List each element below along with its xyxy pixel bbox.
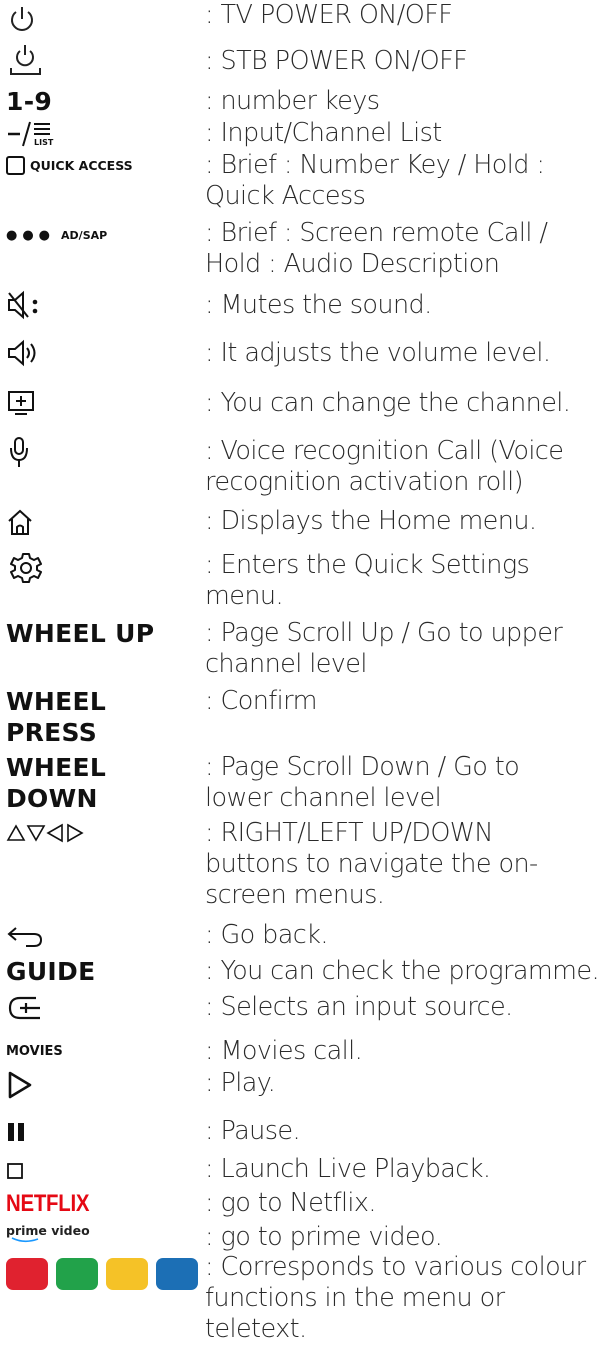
legend-row: : Pause.: [0, 1114, 609, 1148]
row-description: : Mutes the sound.: [205, 290, 432, 320]
ad-sap-label: AD/SAP: [61, 229, 108, 242]
legend-row: : Enters the Quick Settings menu.: [0, 548, 609, 614]
row-description: : Movies call.: [205, 1036, 363, 1066]
legend-row: : Corresponds to various colour function…: [0, 1250, 609, 1350]
pause-icon: [6, 1122, 30, 1142]
green-button: [56, 1258, 98, 1290]
wheel-down-label: WHEEL DOWN: [6, 753, 107, 813]
movies-label: MOVIES: [6, 1044, 63, 1059]
number-keys-label: 1-9: [6, 87, 53, 116]
volume-icon: [6, 338, 42, 368]
row-description: : Play.: [205, 1068, 276, 1098]
legend-row: WHEEL DOWN : Page Scroll Down / Go to lo…: [0, 750, 609, 816]
legend-row: NETFLIX : go to Netflix.: [0, 1186, 609, 1220]
row-description: : Brief : Number Key / Hold : Quick Acce…: [205, 150, 545, 211]
stop-icon: [6, 1162, 26, 1180]
quick-access-icon: [6, 156, 25, 175]
row-description: : You can change the channel.: [205, 388, 571, 418]
microphone-icon: [6, 436, 36, 470]
row-description: : Input/Channel List: [205, 118, 442, 148]
row-description: : Page Scroll Up / Go to upper channel l…: [205, 618, 563, 679]
prime-video-label: prime video: [6, 1223, 90, 1238]
blue-button: [156, 1258, 198, 1290]
netflix-logo: NETFLIX: [6, 1190, 90, 1217]
tv-power-icon: [6, 4, 38, 36]
legend-row: 1-9 : number keys: [0, 84, 609, 118]
play-icon: [6, 1070, 34, 1100]
row-description: : number keys: [205, 86, 380, 116]
row-description: : Voice recognition Call (Voice recognit…: [205, 436, 564, 497]
legend-row: : Selects an input source.: [0, 990, 609, 1026]
legend-row: : Go back.: [0, 916, 609, 952]
quick-access-key: QUICK ACCESS: [6, 156, 133, 175]
legend-row: ●●● AD/SAP : Brief : Screen remote Call …: [0, 216, 609, 282]
wheel-up-label: WHEEL UP: [6, 619, 155, 648]
legend-row: : You can change the channel.: [0, 386, 609, 422]
ad-sap-dots-icon: ●●●: [6, 228, 56, 243]
row-description: : Confirm: [205, 686, 317, 716]
legend-row: prime video : go to prime video.: [0, 1220, 609, 1254]
legend-row: : Launch Live Playback.: [0, 1152, 609, 1186]
row-description: : Go back.: [205, 920, 328, 950]
legend-row: WHEEL UP : Page Scroll Up / Go to upper …: [0, 616, 609, 682]
mute-icon: [6, 290, 42, 320]
input-source-icon: [6, 992, 46, 1026]
row-description: : RIGHT/LEFT UP/DOWN buttons to navigate…: [205, 818, 538, 910]
prime-video-logo: prime video: [6, 1224, 90, 1245]
legend-row: : Mutes the sound.: [0, 286, 609, 322]
quick-access-label: QUICK ACCESS: [30, 158, 133, 173]
row-description: : Page Scroll Down / Go to lower channel…: [205, 752, 520, 813]
guide-label: GUIDE: [6, 957, 96, 986]
legend-row: QUICK ACCESS : Brief : Number Key / Hold…: [0, 148, 609, 214]
red-button: [6, 1258, 48, 1290]
row-description: : Pause.: [205, 1116, 301, 1146]
yellow-button: [106, 1258, 148, 1290]
row-description: : Launch Live Playback.: [205, 1154, 491, 1184]
settings-gear-icon: [10, 552, 42, 584]
back-arrow-icon: [6, 924, 46, 950]
row-description: : Selects an input source.: [205, 992, 513, 1022]
legend-row: : STB POWER ON/OFF: [0, 40, 609, 80]
row-description: : It adjusts the volume level.: [205, 338, 551, 368]
ad-sap-key: ●●● AD/SAP: [6, 228, 107, 243]
legend-row: GUIDE : You can check the programme.: [0, 954, 609, 988]
row-description: : TV POWER ON/OFF: [205, 0, 453, 30]
arrow-keys-icon: [6, 822, 90, 844]
row-description: : go to Netflix.: [205, 1188, 377, 1218]
list-label: LIST: [34, 138, 54, 147]
legend-row: WHEEL PRESS : Confirm: [0, 684, 609, 750]
row-description: : go to prime video.: [205, 1222, 443, 1252]
row-description: : Corresponds to various colour function…: [205, 1252, 586, 1344]
legend-row: : TV POWER ON/OFF: [0, 0, 609, 36]
channel-icon: [6, 388, 42, 418]
row-description: : Displays the Home menu.: [205, 506, 537, 536]
row-description: : Brief : Screen remote Call / Hold : Au…: [205, 218, 548, 279]
home-icon: [6, 508, 36, 538]
row-description: : Enters the Quick Settings menu.: [205, 550, 530, 611]
prime-smile-icon: [11, 1237, 39, 1243]
wheel-press-label: WHEEL PRESS: [6, 687, 107, 747]
stb-power-icon: [6, 42, 46, 78]
color-buttons-icon: [6, 1258, 206, 1290]
row-description: : STB POWER ON/OFF: [205, 46, 468, 76]
legend-row: : RIGHT/LEFT UP/DOWN buttons to navigate…: [0, 816, 609, 912]
row-description: : You can check the programme.: [205, 956, 600, 986]
legend-row: : It adjusts the volume level.: [0, 336, 609, 372]
legend-row: MOVIES : Movies call.: [0, 1034, 609, 1068]
input-channel-list-icon: LIST: [6, 120, 62, 150]
legend-row: LIST : Input/Channel List: [0, 116, 609, 150]
legend-row: : Displays the Home menu.: [0, 504, 609, 540]
legend-row: : Voice recognition Call (Voice recognit…: [0, 434, 609, 500]
legend-row: : Play.: [0, 1066, 609, 1102]
